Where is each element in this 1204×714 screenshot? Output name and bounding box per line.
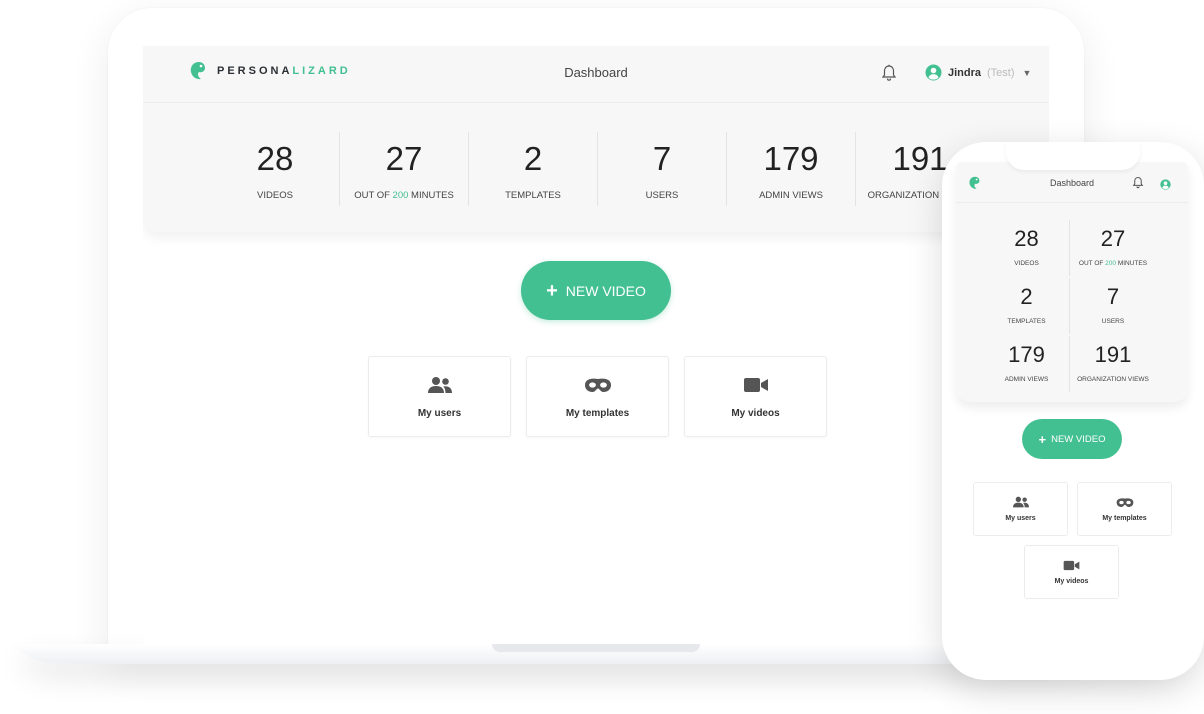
stat-value: 28 xyxy=(256,140,294,177)
my-videos-tile[interactable]: My videos xyxy=(684,356,827,437)
mobile-stat-organization-views: 191 ORGANIZATION VIEWS xyxy=(1070,336,1156,392)
stat-value: 27 xyxy=(385,140,423,177)
caret-down-icon: ▼ xyxy=(1022,67,1032,78)
tile-label: My videos xyxy=(1054,577,1089,585)
stat-value: 191 xyxy=(1094,342,1132,367)
user-circle-icon xyxy=(925,64,942,81)
stat-label: OUT OF 200 MINUTES xyxy=(354,190,454,201)
quick-links: My users My templates My videos xyxy=(368,356,827,437)
mobile-stat-videos: 28 VIDEOS xyxy=(984,220,1070,276)
mobile-stat-users: 7 USERS xyxy=(1070,278,1156,334)
stat-label: USERS xyxy=(645,190,679,201)
stat-admin-views: 179 ADMIN VIEWS xyxy=(727,132,856,206)
stat-minutes: 27 OUT OF 200 MINUTES xyxy=(340,132,469,206)
stat-value: 2 xyxy=(1020,284,1033,309)
stats-row: 28 VIDEOS 27 OUT OF 200 MINUTES 2 TEMPLA… xyxy=(211,132,984,206)
mobile-summary-card: Dashboard 28 VIDEOS 27 OUT OF 200 MINUTE… xyxy=(956,162,1188,402)
mobile-stats-grid: 28 VIDEOS 27 OUT OF 200 MINUTES 2 TEMPLA… xyxy=(984,220,1156,392)
new-video-button[interactable]: + NEW VIDEO xyxy=(521,261,671,320)
mask-icon xyxy=(584,374,612,396)
stat-label: ADMIN VIEWS xyxy=(1004,376,1049,383)
stat-value: 191 xyxy=(892,140,948,177)
mobile-my-templates-tile[interactable]: My templates xyxy=(1077,482,1172,536)
dashboard-summary-card: PERSONALIZARD Dashboard Jindra (Test) ▼ … xyxy=(143,46,1049,232)
video-camera-icon xyxy=(743,374,769,396)
user-role: (Test) xyxy=(987,66,1015,79)
mobile-my-videos-tile[interactable]: My videos xyxy=(1024,545,1119,599)
mobile-notifications-button[interactable] xyxy=(1132,176,1144,194)
stat-value: 179 xyxy=(1008,342,1045,367)
new-video-label: NEW VIDEO xyxy=(1051,433,1106,445)
app-header: PERSONALIZARD Dashboard Jindra (Test) ▼ xyxy=(143,46,1049,103)
device-mockup-scene: PERSONALIZARD Dashboard Jindra (Test) ▼ … xyxy=(0,0,1204,714)
stat-value: 179 xyxy=(763,140,819,177)
stat-label: TEMPLATES xyxy=(505,190,561,201)
laptop-opening-notch xyxy=(492,644,700,652)
stat-templates: 2 TEMPLATES xyxy=(469,132,598,206)
stat-label: TEMPLATES xyxy=(1007,318,1046,325)
mobile-stat-minutes: 27 OUT OF 200 MINUTES xyxy=(1070,220,1156,276)
mask-icon xyxy=(1116,497,1133,507)
user-name: Jindra xyxy=(948,66,982,79)
tile-label: My templates xyxy=(565,408,630,419)
video-camera-icon xyxy=(1063,560,1080,570)
plus-icon: + xyxy=(1038,431,1047,447)
user-circle-icon xyxy=(1160,179,1171,190)
bell-icon xyxy=(1132,176,1144,189)
bell-icon xyxy=(881,64,897,81)
tile-label: My users xyxy=(1005,515,1036,522)
phone-notch xyxy=(1006,142,1140,170)
stat-label: ORGANIZATION VIEWS xyxy=(1077,376,1149,383)
tile-label: My videos xyxy=(731,408,780,419)
mobile-my-users-tile[interactable]: My users xyxy=(973,482,1068,536)
laptop-screen: PERSONALIZARD Dashboard Jindra (Test) ▼ … xyxy=(143,46,1049,644)
phone-frame: Dashboard 28 VIDEOS 27 OUT OF 200 MINUTE… xyxy=(942,142,1204,680)
page-title: Dashboard xyxy=(564,65,628,80)
new-video-label: NEW VIDEO xyxy=(565,282,646,299)
stat-value: 7 xyxy=(652,140,672,177)
stat-value: 28 xyxy=(1014,226,1039,251)
mobile-user-menu[interactable] xyxy=(1160,177,1171,195)
stat-label: USERS xyxy=(1101,318,1125,325)
stat-label: OUT OF 200 MINUTES xyxy=(1078,260,1148,267)
mobile-new-video-button[interactable]: + NEW VIDEO xyxy=(1022,419,1122,459)
stat-label: VIDEOS xyxy=(257,190,293,201)
stat-value: 2 xyxy=(523,140,543,177)
stat-value: 7 xyxy=(1106,284,1120,309)
mobile-stat-templates: 2 TEMPLATES xyxy=(984,278,1070,334)
user-menu[interactable]: Jindra (Test) ▼ xyxy=(925,64,1031,81)
my-users-tile[interactable]: My users xyxy=(368,356,511,437)
mobile-stat-admin-views: 179 ADMIN VIEWS xyxy=(984,336,1070,392)
stat-label: VIDEOS xyxy=(1014,260,1039,267)
mobile-page-title: Dashboard xyxy=(1049,178,1095,188)
users-icon xyxy=(1012,496,1029,508)
stat-label: ADMIN VIEWS xyxy=(759,190,823,201)
tile-label: My templates xyxy=(1102,514,1147,522)
tile-label: My users xyxy=(417,408,462,419)
stat-users: 7 USERS xyxy=(598,132,727,206)
plus-icon: + xyxy=(546,279,558,302)
stat-value: 27 xyxy=(1100,226,1126,251)
notifications-button[interactable] xyxy=(881,64,897,87)
my-templates-tile[interactable]: My templates xyxy=(526,356,669,437)
users-icon xyxy=(427,374,453,396)
stat-videos: 28 VIDEOS xyxy=(211,132,340,206)
